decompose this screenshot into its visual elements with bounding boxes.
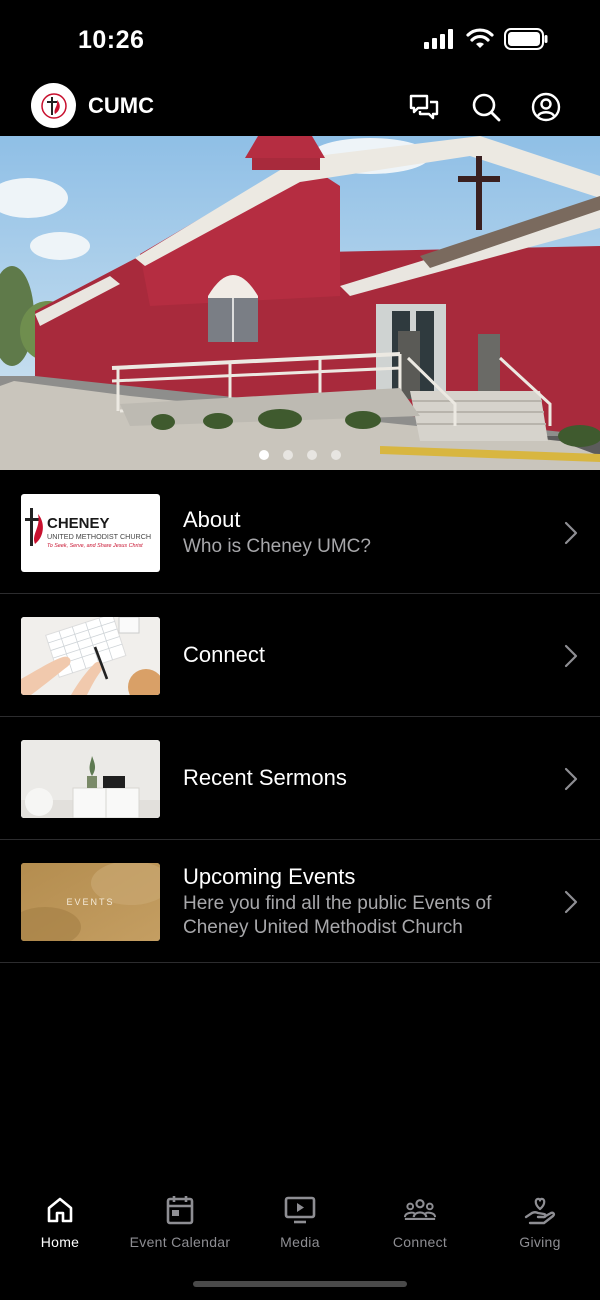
menu-item-text: About Who is Cheney UMC? <box>183 471 540 593</box>
menu-item-title: Upcoming Events <box>183 863 356 889</box>
chevron-right-icon <box>564 521 578 545</box>
carousel-dot[interactable] <box>331 450 341 460</box>
events-thumbnail: EVENTS <box>21 863 160 941</box>
carousel-dot[interactable] <box>259 450 269 460</box>
about-thumbnail: CHENEY UNITED METHODIST CHURCH To Seek, … <box>21 494 160 572</box>
chat-icon[interactable] <box>408 91 440 123</box>
tab-label: Event Calendar <box>129 1234 231 1250</box>
status-icons <box>424 28 548 50</box>
calendar-icon <box>164 1194 196 1226</box>
carousel-dot[interactable] <box>307 450 317 460</box>
church-logo[interactable] <box>31 83 76 128</box>
chevron-right-icon <box>564 890 578 914</box>
home-indicator[interactable] <box>193 1281 407 1287</box>
tab-home[interactable]: Home <box>0 1188 120 1258</box>
menu-item-subtitle: Who is Cheney UMC? <box>183 535 371 557</box>
about-logo-tagline: To Seek, Serve, and Share Jesus Christ <box>47 543 143 549</box>
search-icon[interactable] <box>470 91 502 123</box>
profile-icon[interactable] <box>530 91 562 123</box>
home-icon <box>44 1194 76 1226</box>
tab-media[interactable]: Media <box>240 1188 360 1258</box>
menu-item-subtitle: Here you find all the public Events of C… <box>183 892 492 938</box>
tab-label: Home <box>40 1234 80 1250</box>
tab-label: Media <box>280 1234 320 1250</box>
menu-list: CHENEY UNITED METHODIST CHURCH To Seek, … <box>0 471 600 963</box>
menu-item-title: Recent Sermons <box>183 765 347 790</box>
menu-item-upcoming-events[interactable]: EVENTS Upcoming Events Here you find all… <box>0 840 600 963</box>
sermons-thumbnail <box>21 740 160 818</box>
carousel-dots[interactable] <box>0 450 600 460</box>
menu-item-text: Recent Sermons <box>183 717 540 839</box>
app-title: CUMC <box>88 93 154 118</box>
status-bar: 10:26 <box>0 0 600 80</box>
about-logo-name: CHENEY <box>47 515 110 532</box>
menu-item-text: Upcoming Events Here you find all the pu… <box>183 840 540 962</box>
media-icon <box>284 1194 316 1226</box>
app-header: CUMC <box>0 80 600 136</box>
giving-icon <box>524 1194 556 1226</box>
tab-label: Connect <box>392 1234 448 1250</box>
menu-item-title: Connect <box>183 642 265 667</box>
chevron-right-icon <box>564 767 578 791</box>
group-icon <box>404 1194 436 1226</box>
wifi-icon <box>466 28 494 48</box>
menu-item-connect[interactable]: Connect <box>0 594 600 717</box>
tab-event-calendar[interactable]: Event Calendar <box>120 1188 240 1258</box>
carousel-dot[interactable] <box>283 450 293 460</box>
tab-label: Giving <box>519 1234 561 1250</box>
cross-flame-icon <box>40 92 67 119</box>
events-thumb-label: EVENTS <box>66 897 114 907</box>
church-building-image <box>0 136 600 470</box>
tab-bar: Home Event Calendar Media Connect Giving <box>0 1188 600 1258</box>
menu-item-about[interactable]: CHENEY UNITED METHODIST CHURCH To Seek, … <box>0 471 600 594</box>
menu-item-recent-sermons[interactable]: Recent Sermons <box>0 717 600 840</box>
chevron-right-icon <box>564 644 578 668</box>
menu-item-text: Connect <box>183 594 540 716</box>
battery-icon <box>504 28 548 50</box>
status-time: 10:26 <box>78 26 145 54</box>
about-logo-church: UNITED METHODIST CHURCH <box>47 532 151 541</box>
tab-connect[interactable]: Connect <box>360 1188 480 1258</box>
connect-thumbnail <box>21 617 160 695</box>
cellular-signal-icon <box>424 29 453 49</box>
tab-giving[interactable]: Giving <box>480 1188 600 1258</box>
menu-item-title: About <box>183 506 241 532</box>
hero-carousel[interactable] <box>0 136 600 470</box>
